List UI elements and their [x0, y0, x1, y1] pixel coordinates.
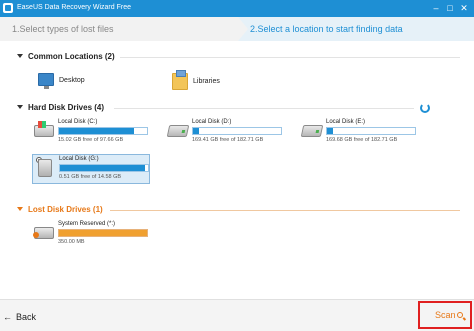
drive-usage-fill — [60, 165, 146, 171]
usb-drive-icon — [38, 159, 52, 177]
step-2-select-location: 2.Select a location to start finding dat… — [250, 24, 403, 34]
wizard-steps: 1.Select types of lost files 2.Select a … — [0, 17, 474, 41]
back-label: Back — [16, 312, 37, 322]
common-locations-title: Common Locations (2) — [28, 52, 115, 61]
common-locations-header[interactable]: Common Locations (2) — [17, 52, 115, 62]
drive-size: 350.00 MB — [58, 239, 85, 245]
lost-disk-drives-title: Lost Disk Drives (1) — [28, 205, 103, 214]
scan-button[interactable]: Scan — [418, 301, 472, 329]
drive-name: Local Disk (C:) — [58, 119, 98, 125]
step-1-select-file-types[interactable]: 1.Select types of lost files — [0, 17, 238, 41]
drive-name: Local Disk (D:) — [192, 119, 232, 125]
drive-usage-bar — [192, 127, 282, 135]
hard-drive-icon — [166, 125, 190, 137]
drive-free-space: 15.02 GB free of 97.66 GB — [58, 137, 124, 143]
location-desktop[interactable]: Desktop — [38, 73, 138, 89]
drive-name: Local Disk (G:) — [59, 156, 99, 162]
drive-usage-bar — [58, 229, 148, 237]
drive-local-disk-d[interactable]: Local Disk (D:) 169.41 GB free of 182.71… — [166, 118, 284, 148]
scan-label: Scan — [435, 310, 456, 320]
back-arrow-icon: ← — [3, 312, 12, 322]
drive-free-space: 0.51 GB free of 14.58 GB — [59, 174, 122, 180]
drive-free-space: 169.41 GB free of 182.71 GB — [192, 137, 264, 143]
footer-bar: ← Back — [0, 299, 474, 331]
drive-usage-fill — [327, 128, 334, 134]
collapse-caret-icon — [17, 207, 23, 211]
drive-name: Local Disk (E:) — [326, 119, 366, 125]
step-arrow-icon — [238, 17, 248, 41]
refresh-icon[interactable] — [420, 103, 430, 113]
app-icon — [3, 3, 13, 13]
drive-local-disk-g[interactable]: Local Disk (G:) 0.51 GB free of 14.58 GB — [32, 154, 150, 184]
section-divider — [110, 210, 460, 211]
search-icon — [456, 312, 463, 318]
close-button[interactable]: ✕ — [458, 2, 470, 14]
minimize-button[interactable]: – — [430, 2, 442, 14]
drive-free-space: 169.68 GB free of 182.71 GB — [326, 137, 398, 143]
drive-usage-bar — [326, 127, 416, 135]
lost-disk-drives-header[interactable]: Lost Disk Drives (1) — [17, 205, 103, 215]
desktop-icon — [38, 73, 54, 89]
drive-usage-fill — [59, 128, 134, 134]
lost-drive-icon — [33, 227, 54, 239]
location-libraries[interactable]: Libraries — [172, 70, 272, 90]
location-label: Desktop — [59, 77, 85, 84]
hard-disk-drives-header[interactable]: Hard Disk Drives (4) — [17, 103, 104, 113]
hard-disk-drives-title: Hard Disk Drives (4) — [28, 103, 105, 112]
window-title: EaseUS Data Recovery Wizard Free — [17, 4, 131, 11]
drive-usage-bar — [59, 164, 149, 172]
title-bar: EaseUS Data Recovery Wizard Free – □ ✕ — [0, 0, 474, 17]
location-label: Libraries — [193, 78, 220, 85]
drive-usage-bar — [58, 127, 148, 135]
collapse-caret-icon — [17, 105, 23, 109]
hard-drive-icon — [300, 125, 324, 137]
section-divider — [120, 57, 460, 58]
windows-drive-icon — [34, 121, 54, 137]
drive-usage-fill — [59, 230, 147, 236]
drive-local-disk-c[interactable]: Local Disk (C:) 15.02 GB free of 97.66 G… — [32, 118, 150, 148]
collapse-caret-icon — [17, 54, 23, 58]
maximize-button[interactable]: □ — [444, 2, 456, 14]
back-button[interactable]: ← Back — [3, 311, 36, 323]
drive-local-disk-e[interactable]: Local Disk (E:) 169.68 GB free of 182.71… — [300, 118, 418, 148]
drive-name: System Reserved (*:) — [58, 221, 116, 227]
drive-usage-fill — [193, 128, 200, 134]
drive-system-reserved[interactable]: System Reserved (*:) 350.00 MB — [32, 220, 150, 250]
libraries-icon — [172, 70, 188, 90]
section-divider — [114, 108, 414, 109]
